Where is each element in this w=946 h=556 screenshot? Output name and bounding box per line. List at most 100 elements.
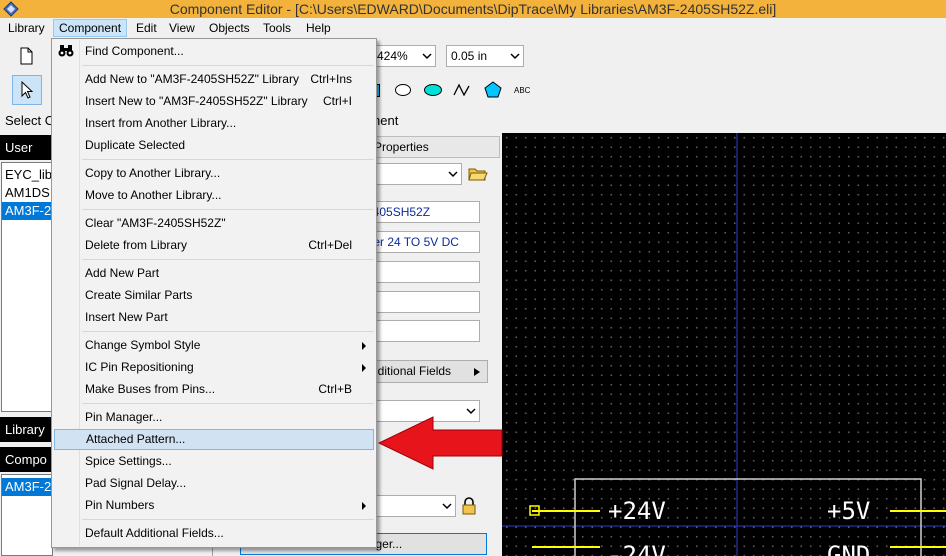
component-value-field[interactable]: rter 24 TO 5V DC <box>362 231 480 253</box>
menu-item-label: Default Additional Fields... <box>85 526 224 540</box>
menu-item-make-buses[interactable]: Make Buses from Pins... Ctrl+B <box>54 379 374 400</box>
zoom-value: 424% <box>377 49 408 63</box>
title-bar: Component Editor - [C:\Users\EDWARD\Docu… <box>0 0 946 18</box>
library-header: Library <box>0 417 52 442</box>
polygon-tool-icon[interactable] <box>484 81 502 98</box>
library-list-item-selected[interactable]: AM3F-2 <box>2 202 52 220</box>
red-annotation-arrow-icon <box>377 416 503 470</box>
menu-item-label: Add New to "AM3F-2405SH52Z" Library <box>85 72 299 86</box>
design-canvas[interactable]: +24V +5V -24V GND <box>502 133 946 556</box>
menu-item-insert-new[interactable]: Insert New to "AM3F-2405SH52Z" Library C… <box>54 91 374 112</box>
menu-item-label: Insert from Another Library... <box>85 116 237 130</box>
menu-item-insert-new-part[interactable]: Insert New Part <box>54 307 374 328</box>
menu-item-insert-from-library[interactable]: Insert from Another Library... <box>54 113 374 134</box>
additional-fields-label: dditional Fields <box>371 364 452 378</box>
menu-item-create-similar-parts[interactable]: Create Similar Parts <box>54 285 374 306</box>
menu-item-clear[interactable]: Clear "AM3F-2405SH52Z" <box>54 213 374 234</box>
schematic-symbol <box>502 133 946 556</box>
property-field-5[interactable] <box>362 320 480 342</box>
menu-item-label: Create Similar Parts <box>85 288 193 302</box>
menu-item-label: Move to Another Library... <box>85 188 222 202</box>
menu-item-label: Copy to Another Library... <box>85 166 221 180</box>
menu-item-delete-from-library[interactable]: Delete from Library Ctrl+Del <box>54 235 374 256</box>
menu-item-label: Pin Manager... <box>85 410 163 424</box>
menu-objects[interactable]: Objects <box>204 19 255 37</box>
menu-item-attached-pattern[interactable]: Attached Pattern... <box>54 429 374 450</box>
library-list-item[interactable]: EYC_lib <box>2 166 52 184</box>
menu-edit[interactable]: Edit <box>131 19 162 37</box>
filled-ellipse-tool-icon[interactable] <box>423 83 443 97</box>
menu-separator <box>82 159 374 160</box>
menu-item-spice-settings[interactable]: Spice Settings... <box>54 451 374 472</box>
submenu-arrow-icon <box>362 502 366 510</box>
menu-view[interactable]: View <box>164 19 200 37</box>
menu-item-label: Pad Signal Delay... <box>85 476 187 490</box>
zoom-combo[interactable]: 424% <box>372 45 436 67</box>
menu-item-pin-numbers[interactable]: Pin Numbers <box>54 495 374 516</box>
ellipse-tool-icon[interactable] <box>394 83 412 97</box>
menu-item-duplicate-selected[interactable]: Duplicate Selected <box>54 135 374 156</box>
pin-label-5v: +5V <box>827 497 871 525</box>
menu-item-change-symbol-style[interactable]: Change Symbol Style <box>54 335 374 356</box>
text-tool-icon[interactable]: ABC <box>513 84 535 96</box>
menu-item-add-new-part[interactable]: Add New Part <box>54 263 374 284</box>
menu-item-label: Insert New Part <box>85 310 168 324</box>
menu-tools[interactable]: Tools <box>258 19 296 37</box>
menu-separator <box>82 331 374 332</box>
chevron-down-icon <box>510 53 520 60</box>
additional-fields-button[interactable]: dditional Fields <box>362 360 488 383</box>
menu-separator <box>82 259 374 260</box>
property-field-4[interactable] <box>362 291 480 313</box>
component-list-item-selected[interactable]: AM3F-2 <box>2 478 52 496</box>
menu-item-label: Attached Pattern... <box>86 432 186 446</box>
library-select-combo[interactable] <box>362 163 462 185</box>
library-list-item[interactable]: AM1DS <box>2 184 52 202</box>
user-library-list[interactable]: EYC_lib AM1DS AM3F-2 <box>1 162 53 412</box>
menu-item-label: Insert New to "AM3F-2405SH52Z" Library <box>85 94 308 108</box>
pin-label-gnd: GND <box>827 541 871 556</box>
properties-title: Properties <box>374 140 429 154</box>
menu-help[interactable]: Help <box>301 19 336 37</box>
property-field-3[interactable] <box>362 261 480 283</box>
menu-item-label: Spice Settings... <box>85 454 172 468</box>
open-folder-icon[interactable] <box>468 164 488 182</box>
component-name-field[interactable]: 2405SH52Z <box>362 201 480 223</box>
menu-separator <box>82 403 374 404</box>
menu-separator <box>82 209 374 210</box>
component-list-header: Compo <box>0 447 52 472</box>
component-list[interactable]: AM3F-2 <box>1 474 53 556</box>
menu-item-pad-signal-delay[interactable]: Pad Signal Delay... <box>54 473 374 494</box>
properties-header: Properties <box>365 136 500 158</box>
menu-item-ic-pin-repositioning[interactable]: IC Pin Repositioning <box>54 357 374 378</box>
svg-text:ABC: ABC <box>514 86 531 95</box>
menu-item-label: Pin Numbers <box>85 498 155 512</box>
chevron-down-icon <box>466 408 476 415</box>
menu-item-pin-manager[interactable]: Pin Manager... <box>54 407 374 428</box>
menu-item-copy-to-library[interactable]: Copy to Another Library... <box>54 163 374 184</box>
new-file-icon[interactable] <box>14 44 38 68</box>
menu-component[interactable]: Component <box>53 19 128 37</box>
menu-item-label: Clear "AM3F-2405SH52Z" <box>85 216 226 230</box>
menu-item-default-additional-fields[interactable]: Default Additional Fields... <box>54 523 374 544</box>
window-title: Component Editor - [C:\Users\EDWARD\Docu… <box>169 1 777 17</box>
submenu-arrow-icon <box>362 364 366 372</box>
menu-item-find-component[interactable]: Find Component... <box>54 41 374 62</box>
menu-item-label: Find Component... <box>85 44 184 58</box>
grid-size-value: 0.05 in <box>451 49 488 63</box>
grid-size-combo[interactable]: 0.05 in <box>446 45 524 67</box>
arc-tool-icon[interactable] <box>453 83 471 97</box>
component-menu: Find Component... Add New to "AM3F-2405S… <box>51 38 377 548</box>
menu-item-label: Duplicate Selected <box>85 138 186 152</box>
menu-bar: Library Component Edit View Objects Tool… <box>0 18 946 38</box>
menu-item-move-to-library[interactable]: Move to Another Library... <box>54 185 374 206</box>
lock-icon[interactable] <box>462 497 476 515</box>
menu-item-label: Delete from Library <box>85 238 188 252</box>
submenu-arrow-icon <box>362 342 366 350</box>
menu-item-shortcut: Ctrl+B <box>318 382 352 396</box>
menu-item-add-new[interactable]: Add New to "AM3F-2405SH52Z" Library Ctrl… <box>54 69 374 90</box>
menu-item-shortcut: Ctrl+Del <box>308 238 352 252</box>
menu-item-shortcut: Ctrl+I <box>322 94 352 108</box>
select-tool-button[interactable] <box>12 75 42 105</box>
arrow-right-icon <box>474 368 480 376</box>
menu-library[interactable]: Library <box>3 19 50 37</box>
